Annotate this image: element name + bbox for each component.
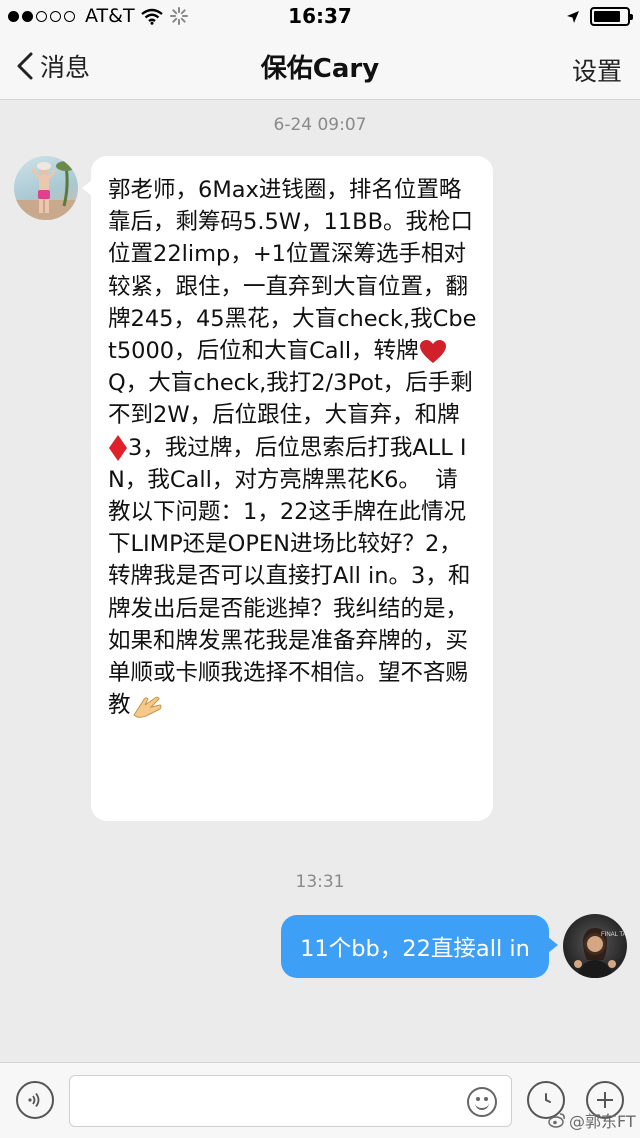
avatar-image: [14, 161, 78, 220]
status-time: 16:37: [288, 4, 352, 28]
nav-bar: 消息 保佑Cary 设置: [0, 34, 640, 100]
battery-icon: [590, 7, 633, 26]
status-right: [566, 7, 633, 26]
outgoing-message-bubble[interactable]: 11个bb，22直接all in: [281, 915, 558, 978]
incoming-message-text: 郭老师，6Max进钱圈，排名位置略靠后，剩筹码5.5W，11BB。我枪口位置22…: [108, 174, 479, 721]
svg-text:FINAL TABLE: FINAL TABLE: [601, 932, 627, 938]
avatar-image-self: FINAL TABLE: [574, 928, 627, 978]
user-avatar[interactable]: FINAL TABLE: [563, 914, 627, 978]
emoji-icon[interactable]: [467, 1087, 497, 1117]
watermark-text: @郭东FT: [569, 1112, 636, 1131]
message-text-part-1: 郭老师，6Max进钱圈，排名位置略靠后，剩筹码5.5W，11BB。我枪口位置22…: [108, 177, 477, 365]
message-input[interactable]: [69, 1075, 512, 1127]
folded-hands-emoji-icon: [132, 696, 162, 718]
message-timestamp-2: 13:31: [295, 872, 345, 892]
battery-fill: [594, 11, 620, 22]
voice-wave-icon: [28, 1092, 40, 1108]
clock-icon: [545, 1093, 551, 1103]
voice-input-button[interactable]: [16, 1081, 54, 1119]
message-timestamp: 6-24 09:07: [273, 115, 367, 135]
heart-suit-icon: [419, 339, 446, 363]
message-text-part-3: 3，我过牌，后位思索后打我ALL IN，我Call，对方亮牌黑花K6。 请教以下…: [108, 434, 471, 719]
incoming-message-bubble[interactable]: 郭老师，6Max进钱圈，排名位置略靠后，剩筹码5.5W，11BB。我枪口位置22…: [82, 156, 493, 821]
diamond-suit-icon: [109, 435, 127, 462]
chat-title: 保佑Cary: [260, 54, 380, 84]
weibo-watermark: @郭东FT: [548, 1108, 636, 1132]
plus-icon: [597, 1092, 613, 1108]
settings-button[interactable]: 设置: [572, 52, 622, 88]
weibo-logo-icon: [548, 1113, 565, 1128]
outgoing-message-text: 11个bb，22直接all in: [300, 935, 530, 962]
message-text-part-2: Q，大盲check,我打2/3Pot，后手剩不到2W，后位跟住，大盲弃，和牌: [108, 370, 473, 429]
input-bar: [0, 1062, 640, 1138]
status-bar: AT&T 16:37: [0, 0, 640, 34]
contact-avatar[interactable]: [14, 156, 78, 220]
location-arrow-icon: [567, 10, 579, 23]
